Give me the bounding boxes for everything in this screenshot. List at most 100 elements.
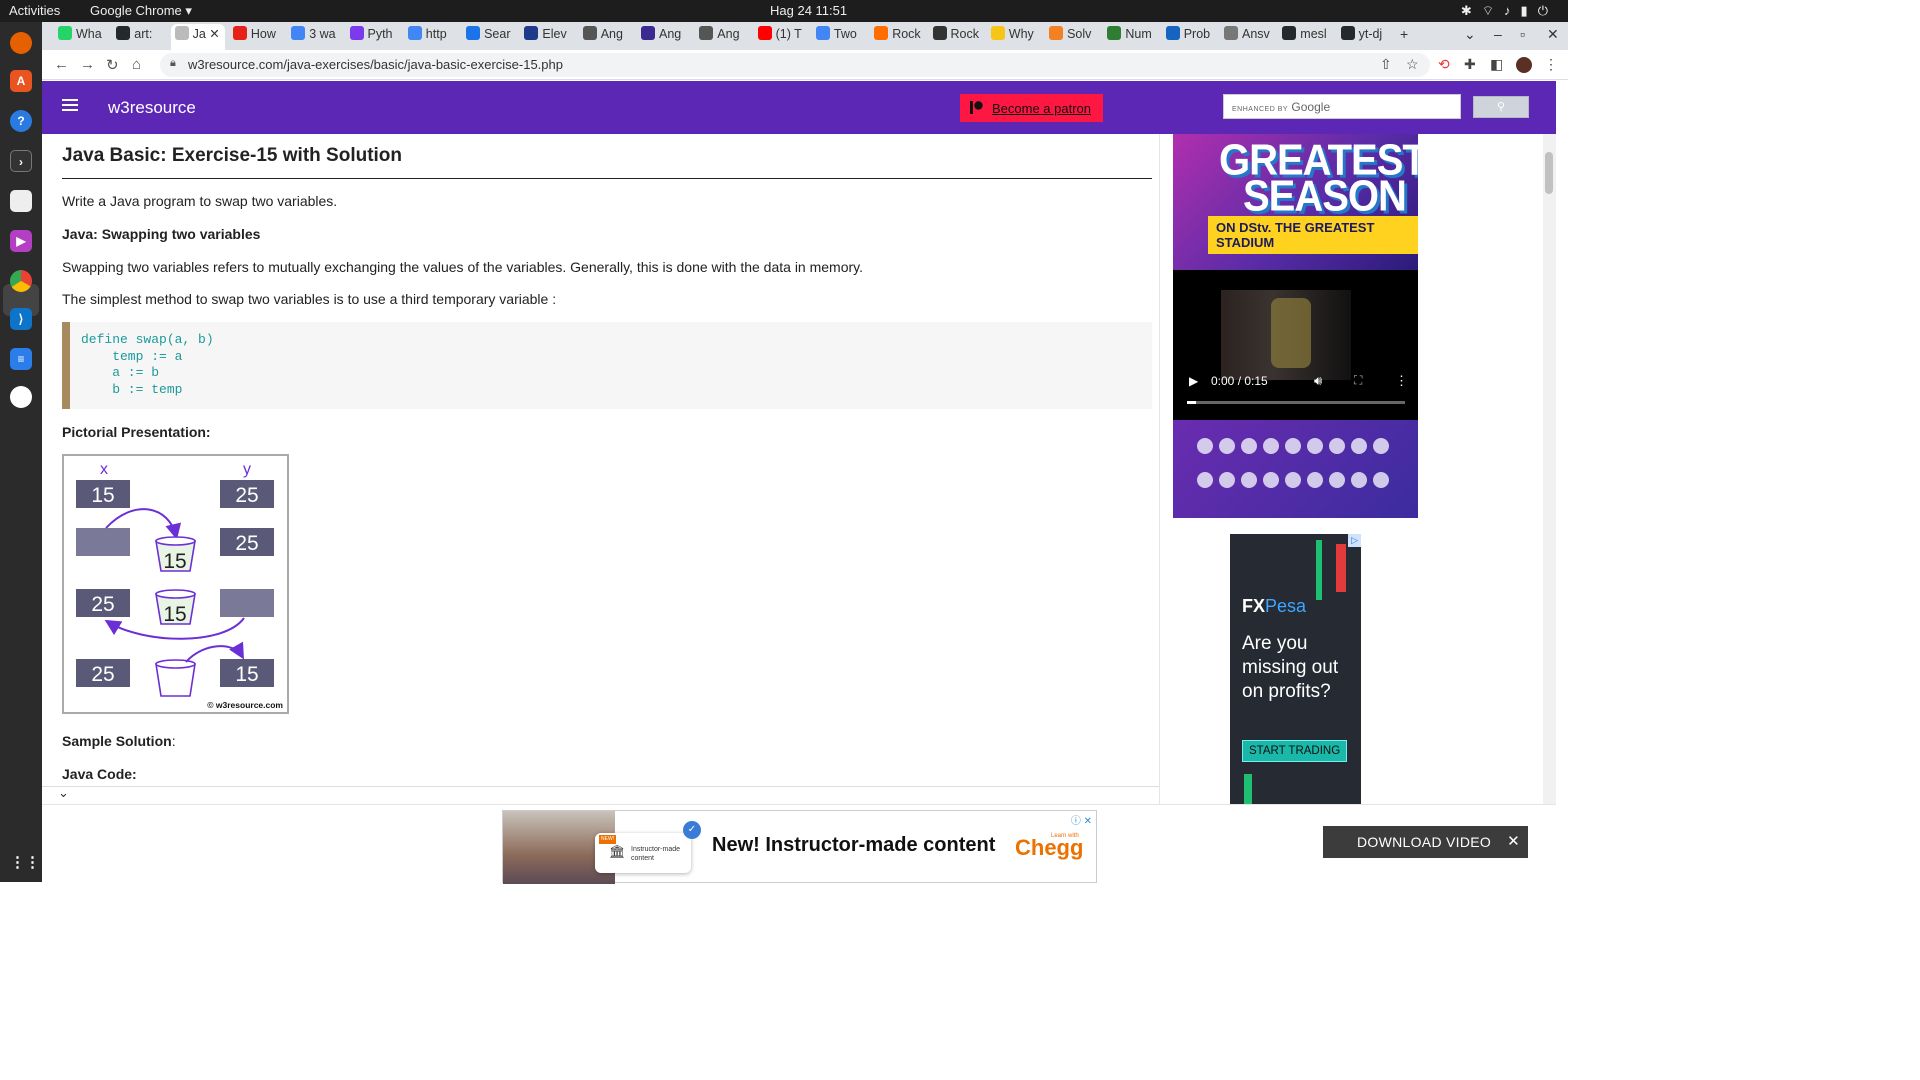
become-patron-button[interactable]: Become a patron (960, 94, 1103, 122)
side-panel-icon[interactable]: ◧ (1490, 56, 1503, 73)
league-logo-icon (1351, 472, 1367, 488)
address-bar[interactable]: 🔒︎ w3resource.com/java-exercises/basic/j… (160, 53, 1430, 77)
tab-close-icon[interactable]: ✕ (206, 27, 219, 41)
browser-tab[interactable]: mesl (1278, 26, 1332, 48)
chrome-menu-icon[interactable]: ⋮ (1544, 56, 1558, 73)
files-icon[interactable] (10, 190, 32, 212)
leagues-ad-banner[interactable] (1173, 420, 1418, 518)
document-viewer-icon[interactable]: ≡ (10, 348, 32, 370)
browser-tab[interactable]: 3 wa (287, 26, 341, 48)
lock-icon[interactable]: 🔒︎ (170, 57, 176, 70)
league-logo-icon (1219, 438, 1235, 454)
maximize-button[interactable]: ▫ (1520, 26, 1525, 42)
page-scrollbar[interactable] (1543, 134, 1556, 804)
row1-x-value: 15 (91, 484, 114, 507)
fullscreen-icon[interactable]: ⛶ (1354, 373, 1362, 388)
browser-tab[interactable]: Num (1103, 26, 1157, 48)
volume-icon[interactable]: 🔊︎ (1314, 373, 1322, 389)
row2-temp-bucket-rim (155, 536, 196, 546)
download-video-button[interactable]: DOWNLOAD VIDEO ✕ (1323, 826, 1528, 858)
pseudocode-block: define swap(a, b) temp := a a := b b := … (62, 322, 1152, 409)
tab-label: Num (1125, 27, 1152, 41)
activities-button[interactable]: Activities (9, 3, 60, 18)
scrollbar-thumb[interactable] (1545, 152, 1553, 194)
browser-tab[interactable]: yt-dj (1337, 26, 1391, 48)
new-tab-button[interactable]: + (1400, 26, 1408, 42)
browser-tab[interactable]: Ang (637, 26, 691, 48)
browser-tab[interactable]: Two (812, 26, 866, 48)
firefox-icon[interactable] (10, 32, 32, 54)
more-options-icon[interactable]: ⋮ (1395, 373, 1408, 389)
chegg-ad-banner[interactable]: NEW! 🏛︎ Instructor-made content ✓ New! I… (502, 810, 1097, 884)
tab-favicon-icon (58, 26, 72, 40)
hamburger-menu-icon[interactable] (62, 99, 78, 113)
videos-icon[interactable]: ▶ (10, 230, 32, 252)
google-search-input[interactable]: ENHANCED BY Google (1223, 94, 1461, 119)
browser-tab[interactable]: Solv (1045, 26, 1099, 48)
dstv-ad-banner[interactable]: GREATEST SEASON ON DStv. THE GREATEST ST… (1173, 134, 1418, 270)
tab-label: Ang (717, 27, 740, 41)
ad-video-player[interactable]: ▶ 0:00 / 0:15 🔊︎ ⛶ ⋮ (1173, 270, 1418, 420)
browser-tab[interactable]: http (404, 26, 458, 48)
profile-avatar[interactable] (1516, 57, 1532, 73)
terminal-icon[interactable]: › (10, 150, 32, 172)
search-hint-small: ENHANCED BY (1232, 106, 1289, 113)
ad-close-icon[interactable]: ⓘ ✕ (1071, 812, 1092, 827)
row3-x-value: 25 (91, 593, 114, 616)
browser-tab[interactable]: Rock (870, 26, 924, 48)
system-tray[interactable]: ✱⌔♪▮⏻ (1461, 3, 1558, 19)
fxpesa-ad[interactable]: ▷ FXPesa Are you missing out on profits?… (1230, 534, 1361, 804)
back-arrow-icon[interactable]: ← (54, 56, 69, 73)
tab-favicon-icon (407, 26, 422, 40)
league-logo-icon (1351, 438, 1367, 454)
close-icon[interactable]: ✕ (1507, 832, 1520, 850)
adchoices-icon[interactable]: ▷ (1348, 534, 1361, 547)
browser-tab[interactable]: Sear (462, 26, 516, 48)
bookmark-star-icon[interactable]: ☆ (1406, 56, 1419, 73)
league-logo-icon (1263, 472, 1279, 488)
tab-label: (1) T (775, 27, 802, 41)
patreon-icon (970, 101, 983, 114)
browser-tab[interactable]: Pyth (346, 26, 400, 48)
chrome-icon[interactable] (10, 270, 32, 292)
tab-label: 3 wa (309, 27, 336, 41)
site-logo-text[interactable]: w3resource (108, 98, 196, 118)
software-center-icon[interactable]: A (10, 70, 32, 92)
start-trading-button[interactable]: START TRADING (1242, 740, 1348, 762)
share-icon[interactable]: ⇧ (1380, 56, 1392, 73)
google-search-button[interactable]: ⚲ (1473, 96, 1529, 118)
browser-tab[interactable]: Ang (579, 26, 633, 48)
home-icon[interactable]: ⌂ (132, 56, 141, 73)
browser-tab[interactable]: Ansv (1220, 26, 1274, 48)
league-logo-icon (1197, 438, 1213, 454)
extension-cast-icon[interactable]: ⟲ (1438, 56, 1450, 73)
help-icon[interactable]: ? (10, 110, 32, 132)
forward-arrow-icon[interactable]: → (80, 56, 95, 73)
slack-icon[interactable] (10, 386, 32, 408)
extensions-puzzle-icon[interactable]: ✚ (1464, 56, 1476, 73)
tab-search-chevron-icon[interactable]: ⌄ (1464, 26, 1476, 43)
browser-tab[interactable]: art: (112, 26, 166, 48)
browser-tab[interactable]: (1) T (754, 26, 808, 48)
browser-tab[interactable]: Elev (520, 26, 574, 48)
browser-tab[interactable]: Wha (54, 26, 108, 48)
browser-tab[interactable]: How (229, 26, 283, 48)
browser-tab[interactable]: Ja ✕ (170, 24, 225, 50)
show-apps-icon[interactable]: ⋮⋮ (10, 852, 40, 874)
sidebar-ads: GREATEST SEASON ON DStv. THE GREATEST ST… (1159, 134, 1531, 804)
browser-tab[interactable]: Rock (929, 26, 983, 48)
app-menu[interactable]: Google Chrome ▾ (90, 3, 192, 19)
browser-tab[interactable]: Ang (695, 26, 749, 48)
browser-tab[interactable]: Why (987, 26, 1041, 48)
vscode-icon[interactable]: ⟩ (10, 308, 32, 330)
video-progress-bar[interactable] (1187, 401, 1405, 404)
title-divider (62, 178, 1152, 179)
play-icon[interactable]: ▶ (1189, 374, 1198, 388)
browser-tab[interactable]: Prob (1162, 26, 1216, 48)
reload-icon[interactable]: ↻ (106, 56, 119, 74)
tab-label: mesl (1300, 27, 1327, 41)
clock[interactable]: Hag 24 11:51 (770, 3, 847, 18)
close-window-button[interactable]: ✕ (1547, 26, 1559, 43)
minimize-button[interactable]: – (1494, 26, 1502, 42)
chevron-down-icon[interactable]: ⌄ (58, 785, 69, 801)
